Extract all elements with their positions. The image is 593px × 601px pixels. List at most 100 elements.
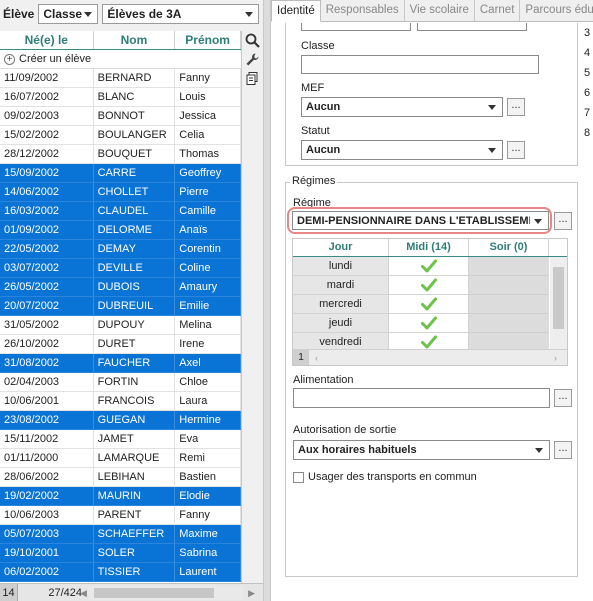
- scroll-right-icon[interactable]: ›: [554, 353, 557, 363]
- table-row[interactable]: 15/02/2002 BOULANGER Celia: [0, 126, 241, 145]
- column-header-firstname[interactable]: Prénom: [175, 31, 241, 49]
- sortie-select[interactable]: Aux horaires habituels: [293, 440, 550, 460]
- wrench-icon[interactable]: [243, 50, 261, 69]
- soir-cell[interactable]: [469, 257, 549, 276]
- copy-icon[interactable]: [243, 69, 261, 88]
- table-row[interactable]: 31/05/2002 DUPOUY Melina: [0, 316, 241, 335]
- page-box[interactable]: 14: [0, 583, 18, 601]
- panel-splitter[interactable]: [263, 0, 271, 601]
- birthdate-cell: 31/05/2002: [0, 316, 94, 334]
- scrollbar-thumb[interactable]: [553, 267, 564, 329]
- scroll-right-icon[interactable]: ▶: [248, 586, 255, 600]
- mef-select[interactable]: Aucun: [301, 97, 503, 117]
- side-number: 8: [584, 127, 591, 139]
- column-header-birthdate[interactable]: Né(e) le: [0, 31, 94, 49]
- name-cell: CARRE: [94, 164, 176, 182]
- schedule-row: lundi: [293, 257, 567, 276]
- alimentation-more-button[interactable]: ...: [554, 389, 572, 407]
- tab-carnet[interactable]: Carnet: [474, 0, 521, 21]
- statut-more-button[interactable]: ...: [507, 141, 525, 159]
- firstname-cell: Laura: [175, 392, 241, 410]
- table-row[interactable]: 22/05/2002 DEMAY Corentin: [0, 240, 241, 259]
- table-row[interactable]: 28/12/2002 BOUQUET Thomas: [0, 145, 241, 164]
- scrollbar-thumb[interactable]: [94, 587, 214, 598]
- tab-parcours[interactable]: Parcours éduca: [520, 0, 593, 21]
- soir-cell[interactable]: [469, 295, 549, 314]
- birthdate-cell: 09/02/2003: [0, 107, 94, 125]
- chevron-down-icon: [535, 448, 543, 453]
- table-row[interactable]: 15/09/2002 CARRE Geoffrey: [0, 164, 241, 183]
- table-row[interactable]: 06/02/2002 TISSIER Laurent: [0, 563, 241, 582]
- table-row[interactable]: 09/02/2003 BONNOT Jessica: [0, 107, 241, 126]
- table-row[interactable]: 19/10/2001 SOLER Sabrina: [0, 544, 241, 563]
- regime-select[interactable]: DEMI-PENSIONNAIRE DANS L'ETABLISSEMENT: [292, 211, 549, 230]
- scroll-left-icon[interactable]: ◀: [80, 586, 87, 600]
- table-row[interactable]: 01/09/2002 DELORME Anaïs: [0, 221, 241, 240]
- tab-vie-scolaire[interactable]: Vie scolaire: [404, 0, 475, 21]
- table-row[interactable]: 03/07/2002 DEVILLE Coline: [0, 259, 241, 278]
- table-row[interactable]: 16/03/2002 CLAUDEL Camille: [0, 202, 241, 221]
- classe-field[interactable]: [301, 55, 539, 74]
- table-row[interactable]: 01/11/2000 LAMARQUE Remi: [0, 449, 241, 468]
- midi-cell[interactable]: [389, 295, 469, 314]
- name-cell: DURET: [94, 335, 176, 353]
- name-cell: CHOLLET: [94, 183, 176, 201]
- birthdate-cell: 26/10/2002: [0, 335, 94, 353]
- birthdate-cell: 31/08/2002: [0, 354, 94, 372]
- midi-cell[interactable]: [389, 314, 469, 333]
- table-row[interactable]: 28/06/2002 LEBIHAN Bastien: [0, 468, 241, 487]
- column-header-name[interactable]: Nom: [94, 31, 176, 49]
- scroll-left-icon[interactable]: ‹: [315, 353, 318, 363]
- firstname-cell: Pierre: [175, 183, 241, 201]
- column-header-midi[interactable]: Midi (14): [389, 239, 469, 256]
- soir-cell[interactable]: [469, 276, 549, 295]
- statut-select[interactable]: Aucun: [301, 140, 503, 160]
- column-header-jour[interactable]: Jour: [293, 239, 389, 256]
- schedule-page-box[interactable]: 1: [293, 349, 309, 365]
- table-row[interactable]: 26/10/2002 DURET Irene: [0, 335, 241, 354]
- student-toolbar: Élève Classe Élèves de 3A: [0, 0, 263, 28]
- soir-cell[interactable]: [469, 314, 549, 333]
- firstname-cell: Elodie: [175, 487, 241, 505]
- table-row[interactable]: 20/07/2002 DUBREUIL Emilie: [0, 297, 241, 316]
- birthdate-cell: 02/04/2003: [0, 373, 94, 391]
- table-row[interactable]: 11/09/2002 BERNARD Fanny: [0, 69, 241, 88]
- table-row[interactable]: 02/04/2003 FORTIN Chloe: [0, 373, 241, 392]
- table-row[interactable]: 31/08/2002 FAUCHER Axel: [0, 354, 241, 373]
- table-row[interactable]: 19/02/2002 MAURIN Elodie: [0, 487, 241, 506]
- class-select[interactable]: Élèves de 3A: [102, 4, 260, 24]
- day-cell: mercredi: [293, 295, 389, 314]
- schedule-vertical-scrollbar[interactable]: [550, 257, 567, 351]
- alimentation-field[interactable]: [293, 388, 550, 408]
- table-row[interactable]: 14/06/2002 CHOLLET Pierre: [0, 183, 241, 202]
- table-row[interactable]: 23/08/2002 GUEGAN Hermine: [0, 411, 241, 430]
- birthdate-cell: 15/09/2002: [0, 164, 94, 182]
- midi-cell[interactable]: [389, 257, 469, 276]
- firstname-cell: Corentin: [175, 240, 241, 258]
- sortie-more-button[interactable]: ...: [554, 441, 572, 459]
- table-row[interactable]: 26/05/2002 DUBOIS Amaury: [0, 278, 241, 297]
- firstname-cell: Camille: [175, 202, 241, 220]
- side-number: 6: [584, 87, 591, 99]
- horizontal-scrollbar[interactable]: ◀ ▶: [80, 585, 255, 600]
- midi-cell[interactable]: [389, 276, 469, 295]
- search-icon[interactable]: [243, 31, 261, 50]
- transport-checkbox[interactable]: [293, 472, 304, 483]
- table-row[interactable]: 05/07/2003 SCHAEFFER Maxime: [0, 525, 241, 544]
- table-row[interactable]: 16/07/2002 BLANC Louis: [0, 88, 241, 107]
- table-row[interactable]: 15/11/2002 JAMET Eva: [0, 430, 241, 449]
- birthdate-cell: 01/11/2000: [0, 449, 94, 467]
- firstname-cell: Bastien: [175, 468, 241, 486]
- table-row[interactable]: 10/06/2003 PARENT Fanny: [0, 506, 241, 525]
- type-select[interactable]: Classe: [38, 4, 99, 24]
- regime-more-button[interactable]: ...: [554, 212, 572, 230]
- tab-responsables[interactable]: Responsables: [320, 0, 405, 21]
- firstname-cell: Fanny: [175, 69, 241, 87]
- schedule-footer: 1 ‹ ›: [293, 349, 567, 365]
- table-row[interactable]: 10/06/2001 FRANCOIS Laura: [0, 392, 241, 411]
- tab-identite[interactable]: Identité: [271, 0, 321, 22]
- create-student-button[interactable]: + Créer un élève: [0, 50, 241, 69]
- mef-more-button[interactable]: ...: [507, 98, 525, 116]
- birthdate-cell: 10/06/2001: [0, 392, 94, 410]
- column-header-soir[interactable]: Soir (0): [469, 239, 549, 256]
